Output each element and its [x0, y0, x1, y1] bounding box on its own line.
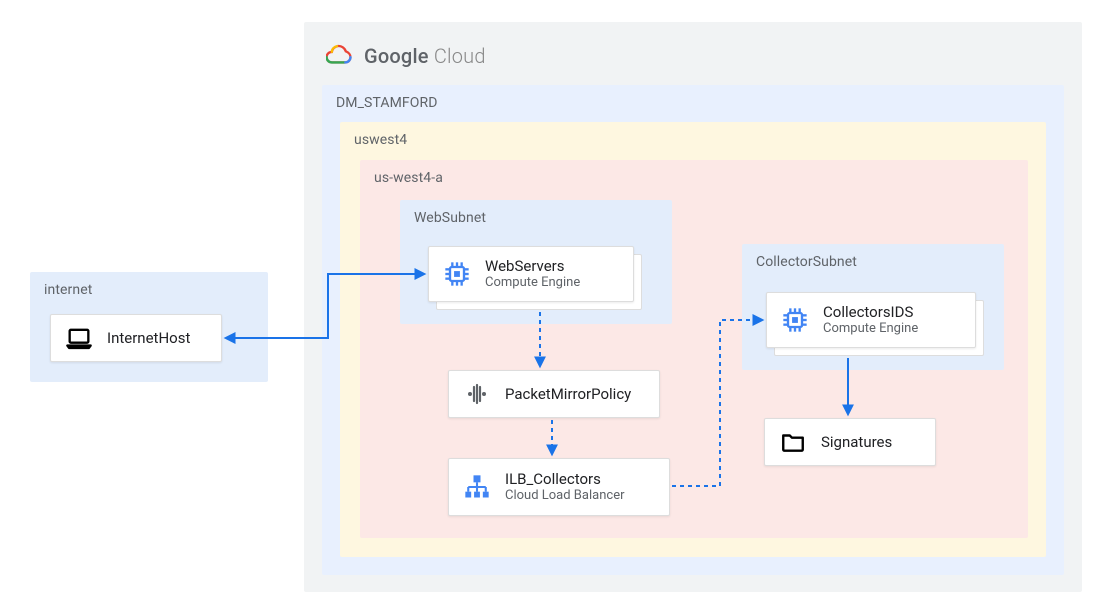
zone-label: us-west4-a [374, 170, 1026, 186]
brand-light: Cloud [434, 44, 486, 68]
packetmirror-node: PacketMirrorPolicy [448, 370, 660, 418]
ilb-subtitle: Cloud Load Balancer [505, 488, 625, 504]
folder-icon [777, 426, 809, 458]
ilb-node: ILB_Collectors Cloud Load Balancer [448, 458, 670, 516]
laptop-icon [63, 322, 95, 354]
collectorsids-title: CollectorsIDS [823, 303, 918, 322]
signatures-title: Signatures [821, 433, 892, 452]
compute-engine-icon [441, 258, 473, 290]
ilb-title: ILB_Collectors [505, 470, 625, 489]
google-cloud-icon [326, 44, 354, 68]
packetmirror-title: PacketMirrorPolicy [505, 385, 631, 404]
webservers-subtitle: Compute Engine [485, 275, 580, 291]
load-balancer-icon [461, 471, 493, 503]
region-label: uswest4 [354, 132, 1044, 148]
compute-engine-icon [779, 304, 811, 336]
webservers-node: WebServers Compute Engine [428, 246, 634, 302]
signatures-node: Signatures [764, 418, 936, 466]
webservers-title: WebServers [485, 257, 580, 276]
google-cloud-logo: Google Cloud [326, 44, 486, 68]
websubnet-label: WebSubnet [414, 210, 670, 226]
internethost-node: InternetHost [50, 314, 222, 362]
collectorsubnet-label: CollectorSubnet [756, 254, 1002, 270]
packet-mirror-icon [461, 378, 493, 410]
internethost-title: InternetHost [107, 329, 190, 348]
internet-label: internet [44, 282, 266, 298]
brand-strong: Google [364, 44, 429, 68]
project-label: DM_STAMFORD [336, 95, 1062, 111]
collectorsids-subtitle: Compute Engine [823, 321, 918, 337]
collectorsids-node: CollectorsIDS Compute Engine [766, 292, 976, 348]
